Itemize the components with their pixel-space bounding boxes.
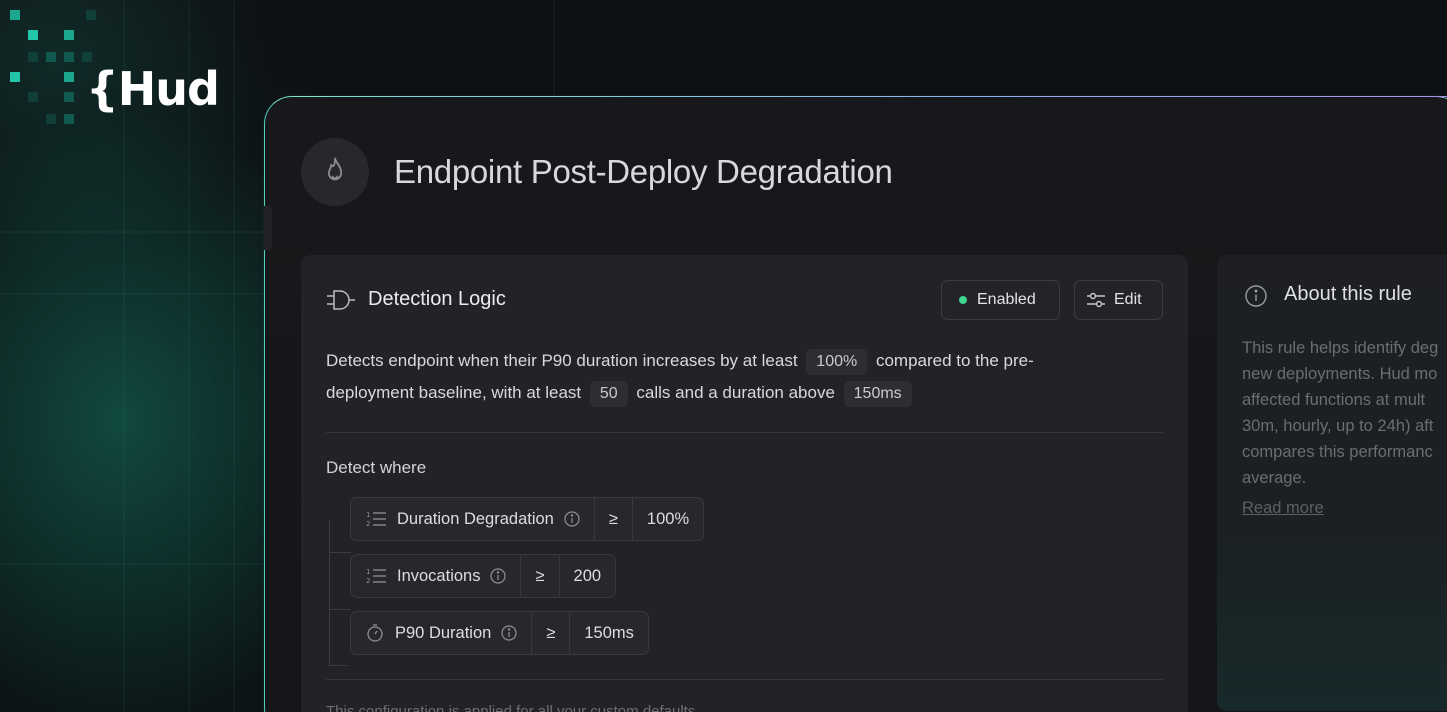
desc-text: compared to the pre- [875,351,1034,370]
numbered-list-icon: 1 2 [366,568,386,585]
info-icon[interactable] [564,511,580,527]
info-icon [1245,285,1267,307]
logic-gate-icon [327,290,355,310]
condition-operator[interactable]: ≥ [521,555,560,597]
detection-logic-card: Detection Logic Enabled Edit Detects end… [301,255,1188,712]
svg-text:2: 2 [366,520,370,528]
config-footnote: This configuration is applied for all yo… [326,703,700,712]
duration-chip: 150ms [843,381,912,407]
status-dot [959,296,967,304]
desc-text: Detects endpoint when their P90 duration… [326,351,798,370]
edit-button[interactable]: Edit [1074,280,1163,320]
read-more-link[interactable]: Read more [1242,499,1324,518]
condition-field[interactable]: 1 2 Invocations [351,555,522,597]
about-line: compares this performanc [1242,443,1433,461]
divider [326,679,1163,680]
panel-side-handle[interactable] [264,206,272,250]
flame-icon [327,157,343,181]
desc-text: deployment baseline, with at least [326,383,582,402]
condition-row[interactable]: 1 2 Invocations ≥ 200 [350,554,617,598]
svg-text:2: 2 [366,577,370,585]
stopwatch-icon [367,624,383,642]
about-description: This rule helps identify deg new deploym… [1242,335,1447,491]
condition-operator[interactable]: ≥ [595,498,633,540]
card-title: Detection Logic [368,288,506,310]
divider [326,432,1163,433]
about-line: average. [1242,469,1307,487]
condition-value[interactable]: 200 [560,555,616,597]
condition-row[interactable]: 1 2 Duration Degradation ≥ 100% [350,497,705,541]
tree-branch [329,609,351,610]
svg-text:1: 1 [366,568,370,576]
about-line: new deployments. Hud mo [1242,365,1438,383]
detect-where-label: Detect where [326,458,427,477]
numbered-list-icon: 1 2 [366,511,386,528]
condition-value[interactable]: 150ms [570,612,648,654]
about-line: This rule helps identify deg [1242,339,1439,357]
hud-logo: {Hud [86,62,220,116]
svg-text:1: 1 [366,511,370,519]
condition-label: P90 Duration [395,623,492,642]
condition-label: Invocations [397,566,481,585]
condition-label: Duration Degradation [397,509,554,528]
about-title: About this rule [1284,283,1412,305]
condition-field[interactable]: 1 2 Duration Degradation [351,498,595,540]
condition-field[interactable]: P90 Duration [351,612,533,654]
detection-description: Detects endpoint when their P90 duration… [326,345,1156,409]
condition-row[interactable]: P90 Duration ≥ 150ms [350,611,649,655]
status-label: Enabled [977,291,1036,308]
info-icon[interactable] [490,568,507,584]
threshold-chip: 100% [806,349,868,375]
enabled-status-button[interactable]: Enabled [941,280,1060,320]
page-title: Endpoint Post-Deploy Degradation [394,153,893,190]
tree-branch [329,552,351,553]
condition-operator[interactable]: ≥ [532,612,571,654]
about-line: affected functions at mult [1242,391,1426,409]
calls-chip: 50 [589,381,628,407]
about-line: 30m, hourly, up to 24h) aft [1242,417,1434,435]
condition-tree-line [329,520,347,666]
about-rule-card: About this rule This rule helps identify… [1217,255,1447,711]
condition-value[interactable]: 100% [633,498,703,540]
info-icon[interactable] [501,625,517,641]
desc-text: calls and a duration above [636,383,835,402]
rule-avatar [301,138,369,206]
sliders-icon [1087,292,1105,308]
edit-label: Edit [1114,291,1142,308]
